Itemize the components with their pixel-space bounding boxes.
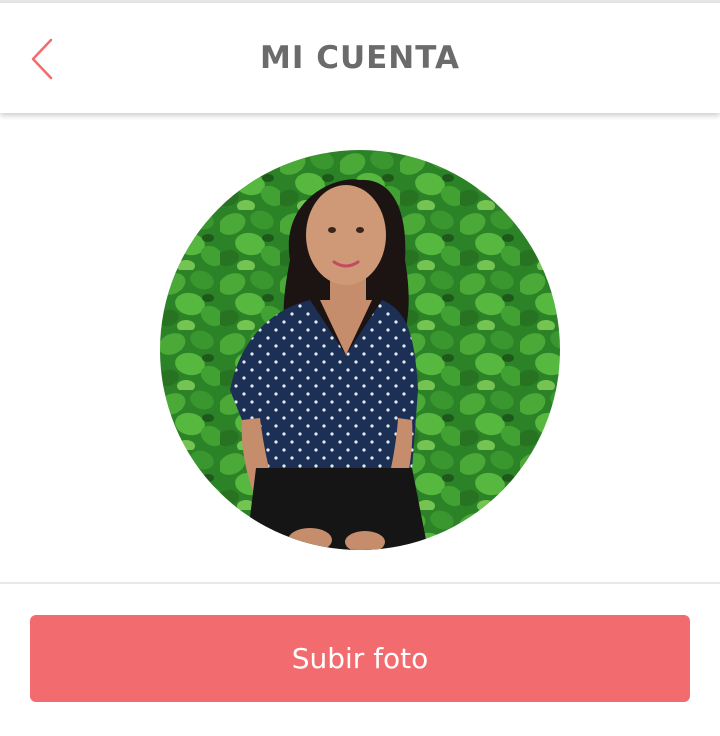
back-button[interactable] <box>22 35 62 83</box>
upload-photo-button[interactable]: Subir foto <box>30 615 690 702</box>
divider <box>0 582 720 584</box>
page-title: MI CUENTA <box>260 40 460 76</box>
profile-photo[interactable] <box>160 150 560 550</box>
app-header: MI CUENTA <box>0 3 720 113</box>
profile-photo-image <box>160 150 560 550</box>
chevron-left-icon <box>31 38 53 80</box>
